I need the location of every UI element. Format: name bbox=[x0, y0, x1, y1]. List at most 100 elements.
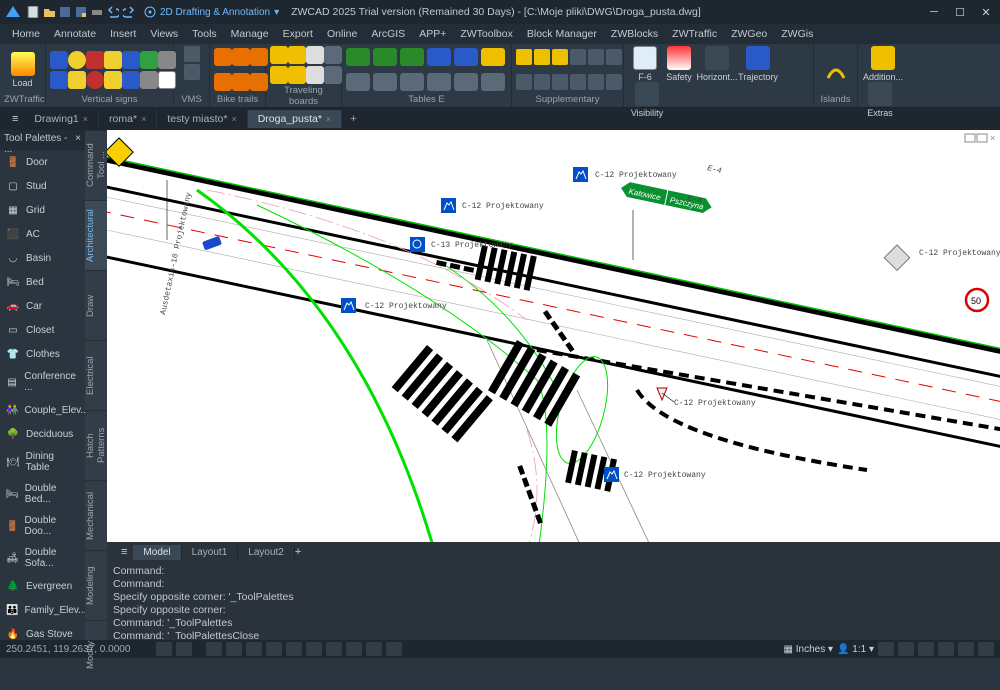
side-tab[interactable]: Modify bbox=[85, 620, 107, 690]
menu-manage[interactable]: Manage bbox=[225, 26, 275, 42]
trajectory-button[interactable]: Trajectory bbox=[738, 46, 778, 82]
layout-tab[interactable]: Layout2 bbox=[238, 545, 295, 560]
menu-zwblocks[interactable]: ZWBlocks bbox=[605, 26, 664, 42]
palette-item[interactable]: 👕Clothes bbox=[0, 342, 85, 366]
sign-btn[interactable] bbox=[122, 51, 140, 69]
file-tab[interactable]: roma*× bbox=[99, 110, 157, 128]
maximize-button[interactable]: ☐ bbox=[950, 3, 970, 21]
status-toggle[interactable] bbox=[938, 642, 954, 656]
qat-plot-icon[interactable] bbox=[90, 5, 104, 19]
palette-item[interactable]: 🌲Evergreen bbox=[0, 574, 85, 598]
scale-readout[interactable]: 👤 1:1 ▾ bbox=[837, 644, 874, 655]
supp-btn[interactable] bbox=[606, 49, 622, 65]
drawing-canvas[interactable]: Katowice Pszczyna E-4 E-4 50 C-12 Projek… bbox=[107, 130, 1000, 542]
visibility-button[interactable]: Visibility bbox=[628, 82, 666, 118]
side-tab[interactable]: Draw bbox=[85, 270, 107, 340]
table-btn[interactable] bbox=[454, 48, 478, 66]
status-toggle[interactable] bbox=[156, 642, 172, 656]
supp-btn[interactable] bbox=[552, 74, 568, 90]
table-btn[interactable] bbox=[481, 73, 505, 91]
sign-btn[interactable] bbox=[86, 51, 104, 69]
units-readout[interactable]: ▦ Inches ▾ bbox=[784, 644, 834, 655]
sign-btn[interactable] bbox=[140, 51, 158, 69]
board-btn[interactable] bbox=[324, 66, 342, 84]
palette-item[interactable]: 🌳Deciduous bbox=[0, 422, 85, 446]
palette-item[interactable]: 👪Family_Elev... bbox=[0, 598, 85, 622]
vms-btn[interactable] bbox=[184, 46, 200, 62]
supp-btn[interactable] bbox=[516, 74, 532, 90]
menu-zwtraffic[interactable]: ZWTraffic bbox=[666, 26, 723, 42]
f6-button[interactable]: F-6 bbox=[628, 46, 662, 82]
close-icon[interactable]: × bbox=[231, 114, 236, 124]
sign-btn[interactable] bbox=[68, 71, 86, 89]
board-btn[interactable] bbox=[324, 46, 342, 64]
table-btn[interactable] bbox=[400, 48, 424, 66]
status-toggle[interactable] bbox=[898, 642, 914, 656]
menu-views[interactable]: Views bbox=[144, 26, 184, 42]
palette-item[interactable]: ▭Closet bbox=[0, 318, 85, 342]
side-tab[interactable]: Hatch Patterns bbox=[85, 410, 107, 480]
islands-button[interactable] bbox=[818, 58, 853, 82]
bike-btn[interactable] bbox=[214, 73, 232, 91]
table-btn[interactable] bbox=[373, 48, 397, 66]
side-tab[interactable]: Mechanical bbox=[85, 480, 107, 550]
supp-btn[interactable] bbox=[552, 49, 568, 65]
status-toggle[interactable] bbox=[346, 642, 362, 656]
side-tab[interactable]: Electrical bbox=[85, 340, 107, 410]
status-toggle[interactable] bbox=[206, 642, 222, 656]
palette-item[interactable]: 🚪Door bbox=[0, 150, 85, 174]
palette-item[interactable]: ⬛AC bbox=[0, 222, 85, 246]
status-toggle[interactable] bbox=[176, 642, 192, 656]
board-btn[interactable] bbox=[270, 66, 288, 84]
supp-btn[interactable] bbox=[606, 74, 622, 90]
sign-btn[interactable] bbox=[50, 51, 68, 69]
layout-tab[interactable]: Layout1 bbox=[182, 545, 239, 560]
sign-btn[interactable] bbox=[122, 71, 140, 89]
board-btn[interactable] bbox=[288, 46, 306, 64]
close-button[interactable]: ✕ bbox=[976, 3, 996, 21]
status-toggle[interactable] bbox=[878, 642, 894, 656]
palette-item[interactable]: 🛏Double Bed... bbox=[0, 478, 85, 510]
status-toggle[interactable] bbox=[918, 642, 934, 656]
table-btn[interactable] bbox=[481, 48, 505, 66]
status-toggle[interactable] bbox=[386, 642, 402, 656]
tool-palette-header[interactable]: Tool Palettes - ...× bbox=[0, 130, 85, 150]
supp-btn[interactable] bbox=[588, 74, 604, 90]
layout-tab[interactable]: Model bbox=[133, 545, 181, 560]
sign-btn[interactable] bbox=[50, 71, 68, 89]
load-button[interactable]: Load bbox=[4, 52, 41, 88]
menu-zwtoolbox[interactable]: ZWToolbox bbox=[454, 26, 519, 42]
menu-home[interactable]: Home bbox=[6, 26, 46, 42]
qat-open-icon[interactable] bbox=[42, 5, 56, 19]
palette-item[interactable]: ◡Basin bbox=[0, 246, 85, 270]
bike-btn[interactable] bbox=[214, 48, 232, 66]
side-tab[interactable]: Modeling bbox=[85, 550, 107, 620]
bike-btn[interactable] bbox=[232, 73, 250, 91]
table-btn[interactable] bbox=[346, 48, 370, 66]
menu-export[interactable]: Export bbox=[277, 26, 319, 42]
qat-redo-icon[interactable] bbox=[122, 5, 136, 19]
qat-saveas-icon[interactable] bbox=[74, 5, 88, 19]
palette-item[interactable]: 👫Couple_Elev... bbox=[0, 398, 85, 422]
qat-new-icon[interactable] bbox=[26, 5, 40, 19]
table-btn[interactable] bbox=[427, 48, 451, 66]
table-btn[interactable] bbox=[454, 73, 478, 91]
sign-btn[interactable] bbox=[86, 71, 104, 89]
supp-btn[interactable] bbox=[570, 74, 586, 90]
menu-block manager[interactable]: Block Manager bbox=[521, 26, 603, 42]
status-toggle[interactable] bbox=[286, 642, 302, 656]
status-toggle[interactable] bbox=[366, 642, 382, 656]
supp-btn[interactable] bbox=[588, 49, 604, 65]
menu-app+[interactable]: APP+ bbox=[413, 26, 452, 42]
workspace-selector[interactable]: 2D Drafting & Annotation ▾ bbox=[144, 6, 279, 18]
new-tab-button[interactable]: + bbox=[342, 111, 364, 127]
palette-item[interactable]: 🚗Car bbox=[0, 294, 85, 318]
sign-btn[interactable] bbox=[104, 71, 122, 89]
extras-button[interactable]: Extras bbox=[862, 82, 898, 118]
layout-menu-icon[interactable]: ≡ bbox=[115, 546, 133, 558]
palette-item[interactable]: ▦Grid bbox=[0, 198, 85, 222]
status-toggle[interactable] bbox=[958, 642, 974, 656]
supp-btn[interactable] bbox=[570, 49, 586, 65]
table-btn[interactable] bbox=[346, 73, 370, 91]
supp-btn[interactable] bbox=[534, 49, 550, 65]
